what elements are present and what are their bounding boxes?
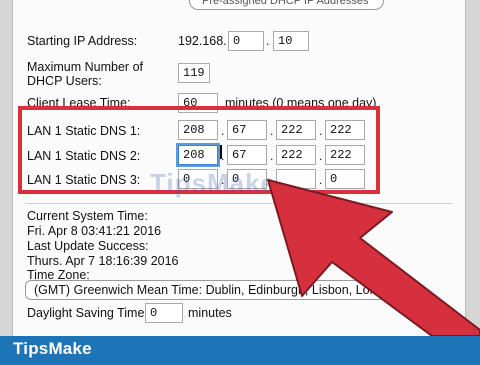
pointer-arrow-icon	[267, 179, 480, 336]
screenshot-photo: Pre-assigned DHCP IP Addresses Starting …	[0, 0, 480, 336]
tipsmake-logo: TipsMake	[13, 339, 92, 358]
